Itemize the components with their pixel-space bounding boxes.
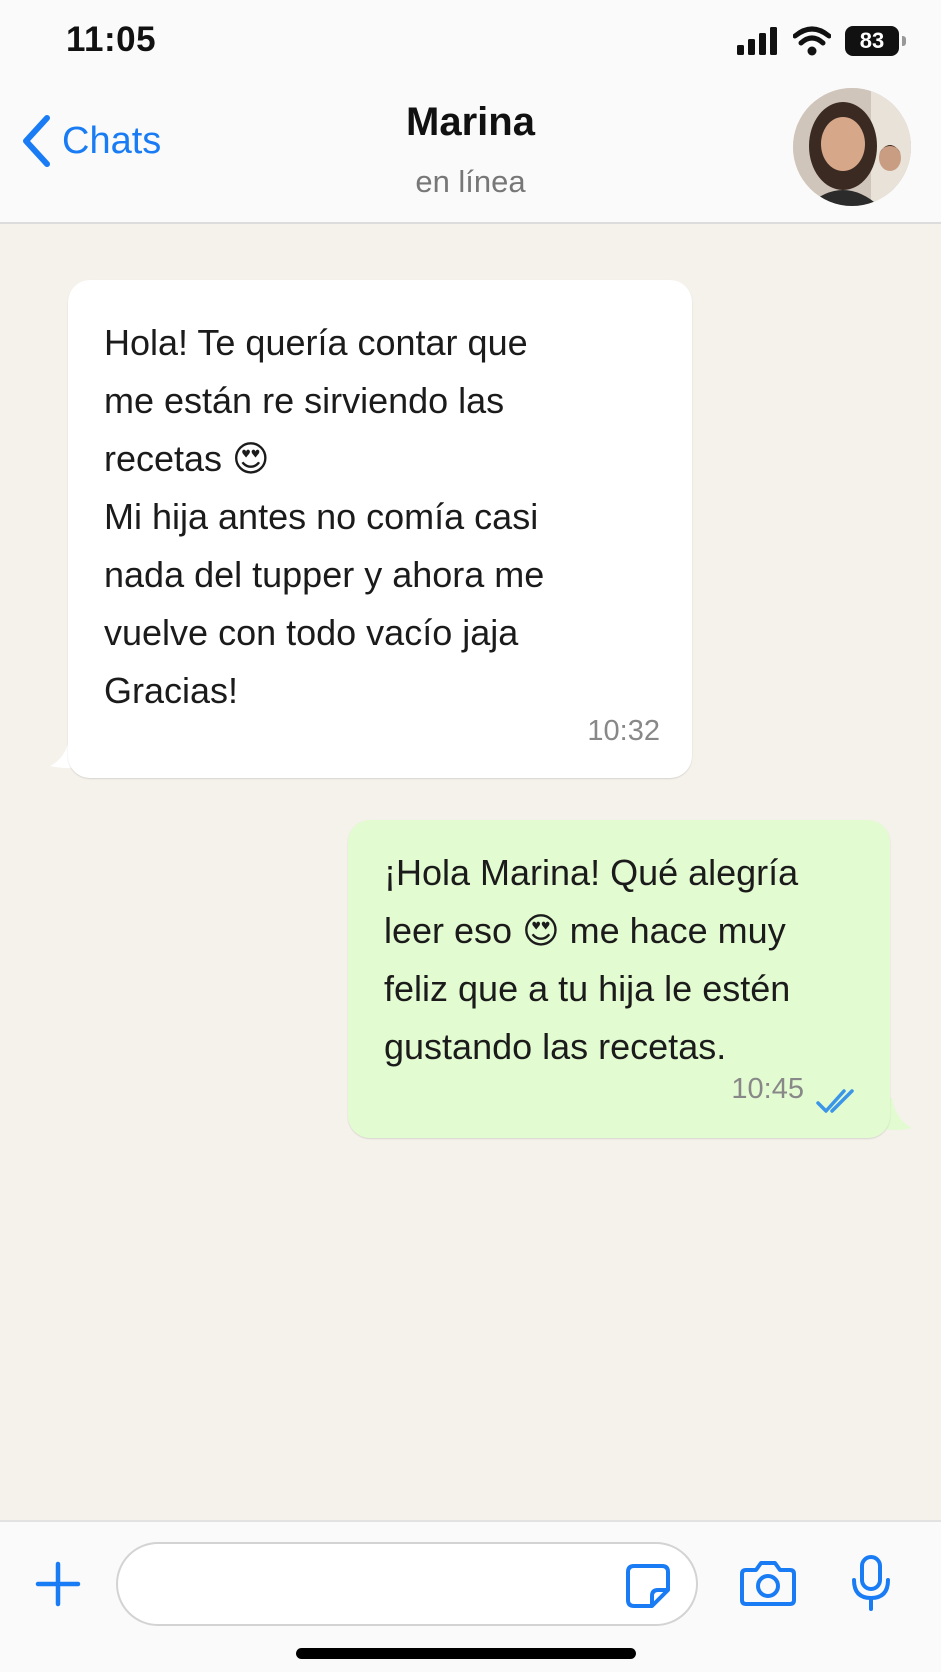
sticker-icon[interactable]	[624, 1562, 672, 1610]
message-text: Hola! Te quería contar que	[104, 322, 528, 363]
incoming-message[interactable]: Hola! Te quería contar que me están re s…	[68, 280, 692, 778]
message-text: vuelve con todo vacío jaja	[104, 612, 519, 653]
outgoing-message[interactable]: ¡Hola Marina! Qué alegría leer eso 😍 me …	[348, 820, 890, 1138]
wifi-icon	[793, 26, 831, 56]
message-text: recetas 😍	[104, 438, 270, 479]
message-text: Mi hija antes no comía casi	[104, 496, 539, 537]
signal-icon	[737, 27, 777, 55]
message-text: feliz que a tu hija le estén	[384, 968, 791, 1009]
message-time: 10:45	[731, 1073, 804, 1105]
message-input[interactable]	[116, 1542, 698, 1626]
double-check-icon	[816, 1089, 854, 1113]
plus-icon[interactable]	[34, 1560, 82, 1608]
message-text: nada del tupper y ahora me	[104, 554, 545, 595]
battery-icon: 83	[845, 26, 906, 56]
contact-avatar[interactable]	[793, 88, 911, 206]
status-icons: 83	[737, 24, 906, 58]
home-indicator	[296, 1648, 636, 1659]
message-text: Gracias!	[104, 670, 239, 711]
message-text: ¡Hola Marina! Qué alegría	[384, 852, 799, 893]
microphone-icon[interactable]	[850, 1554, 892, 1612]
status-time: 11:05	[66, 20, 157, 59]
message-time: 10:32	[587, 715, 660, 747]
message-text: me están re sirviendo las	[104, 380, 505, 421]
chat-header: 11:05 83 Chats Marina en línea	[0, 0, 941, 224]
message-text: leer eso 😍 me hace muy	[384, 910, 786, 951]
camera-icon[interactable]	[740, 1558, 796, 1608]
